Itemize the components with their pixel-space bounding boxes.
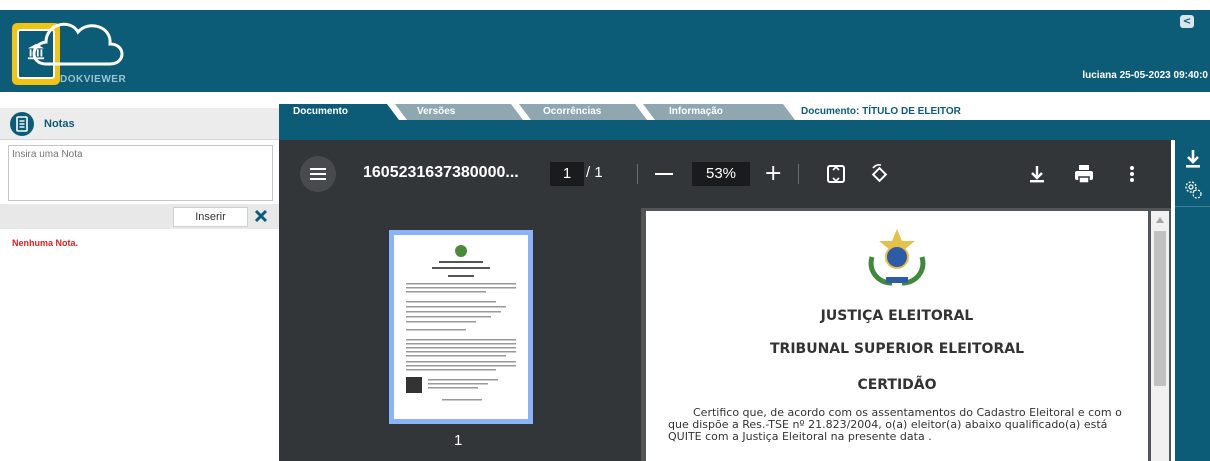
pdf-filename: 1605231637380000... (363, 164, 519, 181)
thumbnail-sidebar: 1 (279, 208, 641, 461)
tab-ocorrencias[interactable]: Ocorrências (519, 104, 647, 120)
notes-actions: Inserir (0, 204, 279, 229)
scrollbar-thumb[interactable] (1154, 231, 1166, 386)
thumbnail-page-number: 1 (454, 432, 463, 449)
right-action-rail (1175, 140, 1210, 461)
pdf-viewer: 1605231637380000... 1 / 1 53% + 1 JUSTIÇ… (279, 140, 1171, 461)
notes-title: Notas (44, 118, 75, 130)
notes-empty-message: Nenhuma Nota. (12, 238, 79, 248)
rail-divider (1175, 206, 1210, 207)
fit-page-icon[interactable] (824, 162, 848, 186)
note-input[interactable] (8, 145, 273, 201)
document-heading-certidao: CERTIDÃO (857, 377, 937, 393)
zoom-level-input[interactable]: 53% (692, 162, 750, 186)
print-icon[interactable] (1072, 162, 1096, 186)
zoom-out-button[interactable] (655, 173, 673, 175)
document-body-text: Certifico que, de acordo com os assentam… (668, 406, 1122, 443)
cloud-icon (32, 22, 124, 66)
page-count: / 1 (586, 164, 603, 181)
tab-informacao[interactable]: Informação (643, 104, 795, 120)
notes-panel: Notas Inserir Nenhuma Nota. (0, 100, 279, 461)
download-icon[interactable] (1025, 162, 1049, 186)
download-document-icon[interactable] (1183, 148, 1203, 170)
page-number-input[interactable]: 1 (550, 162, 584, 186)
coat-of-arms-icon (868, 229, 926, 286)
clear-note-icon[interactable] (253, 208, 269, 224)
collapse-header-button[interactable]: < (1180, 15, 1194, 28)
zoom-in-button[interactable]: + (764, 162, 782, 186)
notes-header: Notas (0, 108, 279, 140)
document-page: JUSTIÇA ELEITORAL TRIBUNAL SUPERIOR ELEI… (646, 211, 1148, 461)
app-header: DOKVIEWER < luciana 25-05-2023 09:40:0 (0, 10, 1210, 92)
document-page-area: JUSTIÇA ELEITORAL TRIBUNAL SUPERIOR ELEI… (641, 208, 1171, 461)
toolbar-divider (637, 164, 638, 184)
notes-icon (10, 112, 34, 136)
scroll-up-arrow-icon[interactable] (1156, 217, 1164, 223)
user-session-info: luciana 25-05-2023 09:40:0 (1082, 70, 1208, 81)
document-heading-tribunal: TRIBUNAL SUPERIOR ELEITORAL (770, 341, 1024, 357)
settings-gears-icon[interactable] (1183, 178, 1203, 200)
pdf-toolbar: 1605231637380000... 1 / 1 53% + (279, 140, 1171, 208)
tab-versoes[interactable]: Versões (395, 104, 523, 120)
rotate-icon[interactable] (867, 162, 891, 186)
menu-icon[interactable] (300, 156, 336, 192)
more-options-icon[interactable] (1120, 162, 1144, 186)
thumbnail-page-preview (394, 235, 528, 419)
document-title: Documento: TÍTULO DE ELEITOR (801, 106, 961, 117)
insert-note-button[interactable]: Inserir (173, 207, 248, 227)
logo-text: DOKVIEWER (60, 74, 127, 85)
document-tabs: Documento Versões Ocorrências Informação… (279, 104, 1210, 120)
toolbar-divider (798, 164, 799, 184)
tab-documento[interactable]: Documento (279, 104, 399, 120)
document-heading-justica: JUSTIÇA ELEITORAL (820, 308, 974, 324)
tab-content-bar (279, 120, 1210, 140)
page-scrollbar[interactable] (1151, 211, 1169, 461)
page-thumbnail[interactable] (389, 230, 533, 424)
